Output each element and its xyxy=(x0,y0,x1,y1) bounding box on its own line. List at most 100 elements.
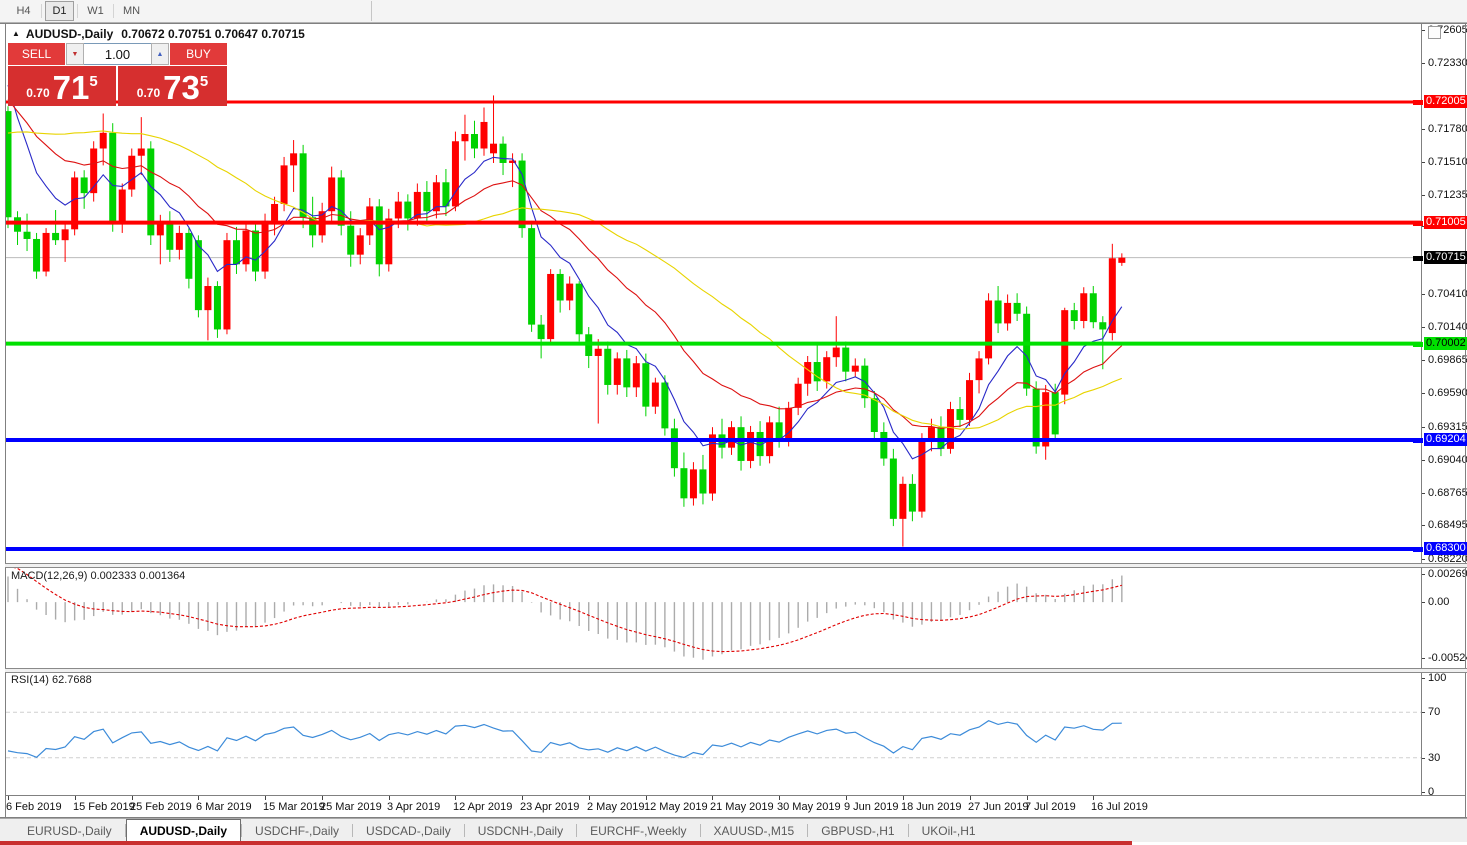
date-tick-mark xyxy=(8,796,9,800)
candle-body xyxy=(947,409,954,449)
sell-button[interactable]: SELL xyxy=(8,43,65,65)
chart-tab-usdcnh-daily[interactable]: USDCNH-,Daily xyxy=(465,819,576,842)
candle-body xyxy=(109,133,116,223)
candle-body xyxy=(604,349,611,385)
date-tick-label: 25 Mar 2019 xyxy=(320,801,382,813)
candle-body xyxy=(623,358,630,387)
timeframe-button-w1[interactable]: W1 xyxy=(81,1,110,21)
date-tick-label: 18 Jun 2019 xyxy=(901,801,962,813)
candle-body xyxy=(1061,310,1068,394)
chart-tab-audusd-daily[interactable]: AUDUSD-,Daily xyxy=(126,819,241,842)
chart-tab-usdchf-daily[interactable]: USDCHF-,Daily xyxy=(242,819,352,842)
date-tick-mark xyxy=(132,796,133,800)
date-tick-label: 16 Jul 2019 xyxy=(1091,801,1148,813)
axis-corner-button[interactable] xyxy=(1428,26,1441,39)
candle-body xyxy=(24,232,31,239)
candle-body xyxy=(300,153,307,217)
date-tick-label: 15 Feb 2019 xyxy=(73,801,135,813)
candle-body xyxy=(909,484,916,512)
sell-price-pip: 5 xyxy=(89,73,97,90)
timeframe-button-mn[interactable]: MN xyxy=(117,1,146,21)
main-chart-panel xyxy=(5,85,1422,549)
date-tick-mark xyxy=(589,796,590,800)
candle-body xyxy=(918,440,925,511)
macd-splitter[interactable] xyxy=(5,563,1467,568)
chart-tab-ukoil-h1[interactable]: UKOil-,H1 xyxy=(909,819,989,842)
candle-body xyxy=(804,362,811,384)
candle-body xyxy=(195,240,202,310)
chart-top-border xyxy=(0,23,1467,24)
price-tick-label: 0.70140 xyxy=(1428,321,1467,333)
buy-button[interactable]: BUY xyxy=(170,43,227,65)
timeframe-button-d1[interactable]: D1 xyxy=(45,1,74,21)
price-chart-canvas[interactable] xyxy=(0,0,1467,845)
candle-body xyxy=(290,153,297,165)
chart-tab-eurchf-weekly[interactable]: EURCHF-,Weekly xyxy=(577,819,699,842)
date-tick-label: 6 Feb 2019 xyxy=(6,801,62,813)
chart-tab-bar: EURUSD-,DailyAUDUSD-,DailyUSDCHF-,DailyU… xyxy=(0,818,1467,842)
macd-tick-label: 0.00 xyxy=(1428,596,1449,608)
price-tick-label: 0.71235 xyxy=(1428,189,1467,201)
candle-body xyxy=(690,469,697,498)
buy-price-pip: 5 xyxy=(200,73,208,90)
line-label-pointer xyxy=(1413,547,1423,552)
candle-body xyxy=(595,349,602,356)
candle-body xyxy=(557,274,564,301)
symbol-period-label: AUDUSD-,Daily xyxy=(26,27,113,41)
volume-input[interactable]: 1.00 xyxy=(84,43,151,65)
candle-body xyxy=(157,223,164,235)
candle-body xyxy=(795,384,802,408)
candle-body xyxy=(471,134,478,148)
chart-tab-gbpusd-h1[interactable]: GBPUSD-,H1 xyxy=(808,819,907,842)
candle-body xyxy=(176,233,183,250)
candle-body xyxy=(52,233,59,240)
sell-price-big: 71 xyxy=(53,73,90,103)
candle-body xyxy=(1118,258,1125,263)
sell-price-panel[interactable]: 0.70715 xyxy=(8,66,116,106)
chart-tab-eurusd-daily[interactable]: EURUSD-,Daily xyxy=(14,819,125,842)
candle-body xyxy=(871,398,878,432)
candle-body xyxy=(185,233,192,279)
candle-body xyxy=(119,190,126,224)
candle-body xyxy=(490,144,497,154)
price-tick-label: 0.69315 xyxy=(1428,421,1467,433)
candle-body xyxy=(1080,293,1087,321)
date-tick-mark xyxy=(265,796,266,800)
macd-tick-label: 0.002694 xyxy=(1428,568,1467,580)
rsi-splitter[interactable] xyxy=(5,668,1467,673)
volume-stepper: ▼ 1.00 ▲ xyxy=(66,43,169,65)
candle-body xyxy=(500,144,507,163)
timeframe-button-h4[interactable]: H4 xyxy=(9,1,38,21)
date-tick-mark xyxy=(322,796,323,800)
timeframe-toolbar: H4 D1 W1 MN xyxy=(0,0,1467,23)
date-tick-mark xyxy=(970,796,971,800)
line-price-label: 0.72005 xyxy=(1424,95,1467,108)
volume-decrease-button[interactable]: ▼ xyxy=(66,43,84,65)
candle-body xyxy=(728,427,735,448)
collapse-arrow-icon[interactable]: ▲ xyxy=(12,29,20,38)
rsi-tick-label: 0 xyxy=(1428,786,1434,798)
candle-body xyxy=(1052,392,1059,434)
price-tick-label: 0.71510 xyxy=(1428,156,1467,168)
candle-body xyxy=(699,469,706,493)
date-tick-label: 30 May 2019 xyxy=(777,801,841,813)
rsi-tick-label: 100 xyxy=(1428,672,1446,684)
candle-body xyxy=(671,428,678,468)
date-tick-mark xyxy=(712,796,713,800)
price-tick-label: 0.69040 xyxy=(1428,454,1467,466)
candle-body xyxy=(271,204,278,221)
window-bottom-edge xyxy=(0,841,1132,845)
price-tick-label: 0.68495 xyxy=(1428,519,1467,531)
candle-body xyxy=(966,380,973,420)
candle-body xyxy=(1014,303,1021,314)
chart-tab-xauusd-m15[interactable]: XAUUSD-,M15 xyxy=(701,819,808,842)
volume-increase-button[interactable]: ▲ xyxy=(151,43,169,65)
macd-tick-label: -0.005242 xyxy=(1428,652,1467,664)
one-click-trade-panel: SELL ▼ 1.00 ▲ BUY 0.70715 0.70735 xyxy=(8,43,227,106)
chart-tab-usdcad-daily[interactable]: USDCAD-,Daily xyxy=(353,819,464,842)
chart-title: ▲AUDUSD-,Daily0.70672 0.70751 0.70647 0.… xyxy=(12,27,305,41)
moving-average-line xyxy=(8,131,1122,429)
candle-body xyxy=(1099,322,1106,329)
candle-body xyxy=(652,383,659,407)
buy-price-panel[interactable]: 0.70735 xyxy=(118,66,227,106)
